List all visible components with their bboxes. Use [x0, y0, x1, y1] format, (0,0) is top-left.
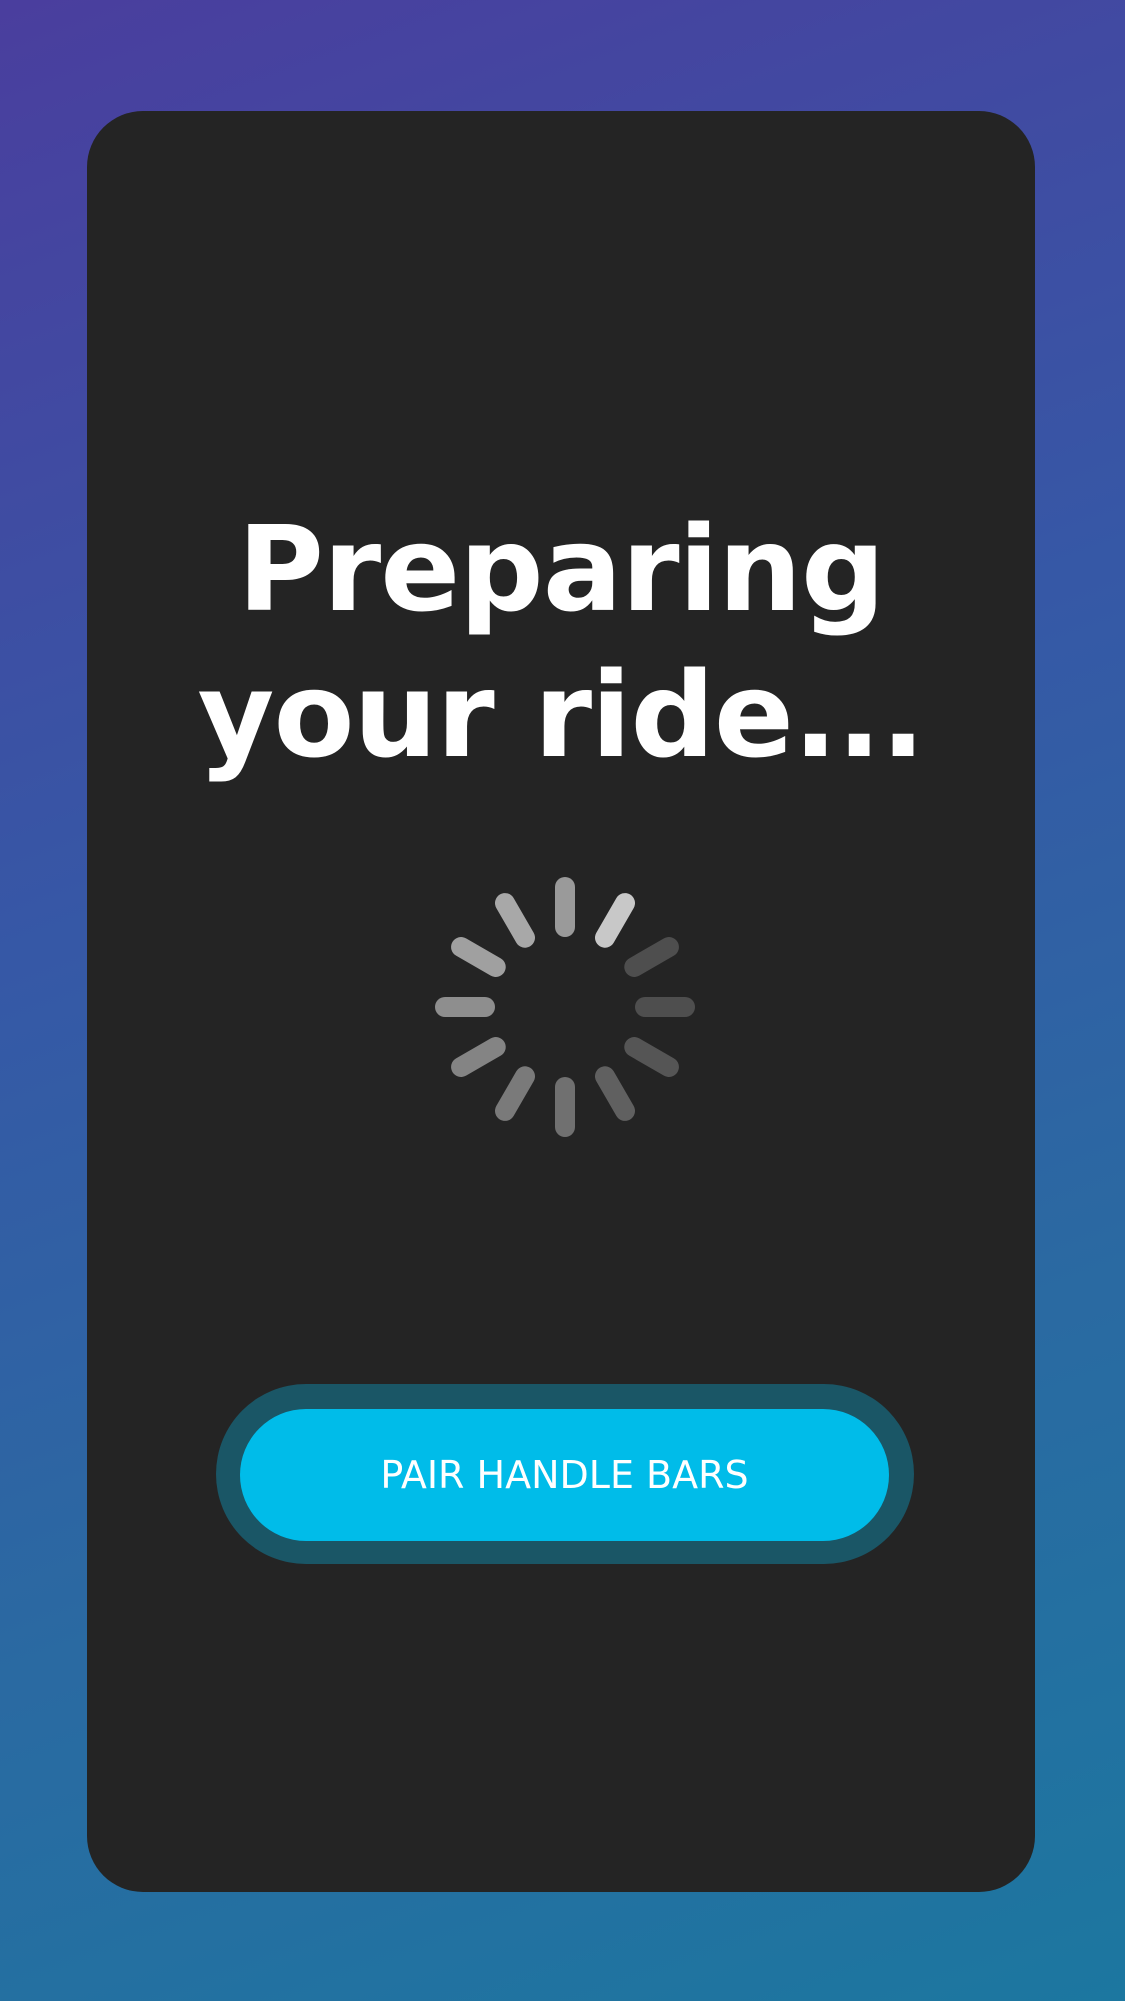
spinner-spoke	[451, 937, 506, 977]
title-line-1: Preparing	[237, 500, 886, 638]
loading-spinner-icon	[435, 877, 695, 1137]
pair-handle-bars-button[interactable]: PAIR HANDLE BARS	[240, 1409, 889, 1541]
spinner-spoke	[495, 1066, 535, 1121]
title-line-2: your ride...	[197, 646, 926, 784]
spinner-spoke	[624, 1037, 679, 1077]
spinner-spoke	[595, 1066, 635, 1121]
page-title: Preparing your ride...	[87, 496, 1035, 788]
loading-card: Preparing your ride... PAIR HANDLE BARS	[87, 111, 1035, 1892]
spinner-spoke	[451, 1037, 506, 1077]
spinner-spoke	[624, 937, 679, 977]
spinner-spoke	[495, 893, 535, 948]
spinner-spoke	[595, 893, 635, 948]
